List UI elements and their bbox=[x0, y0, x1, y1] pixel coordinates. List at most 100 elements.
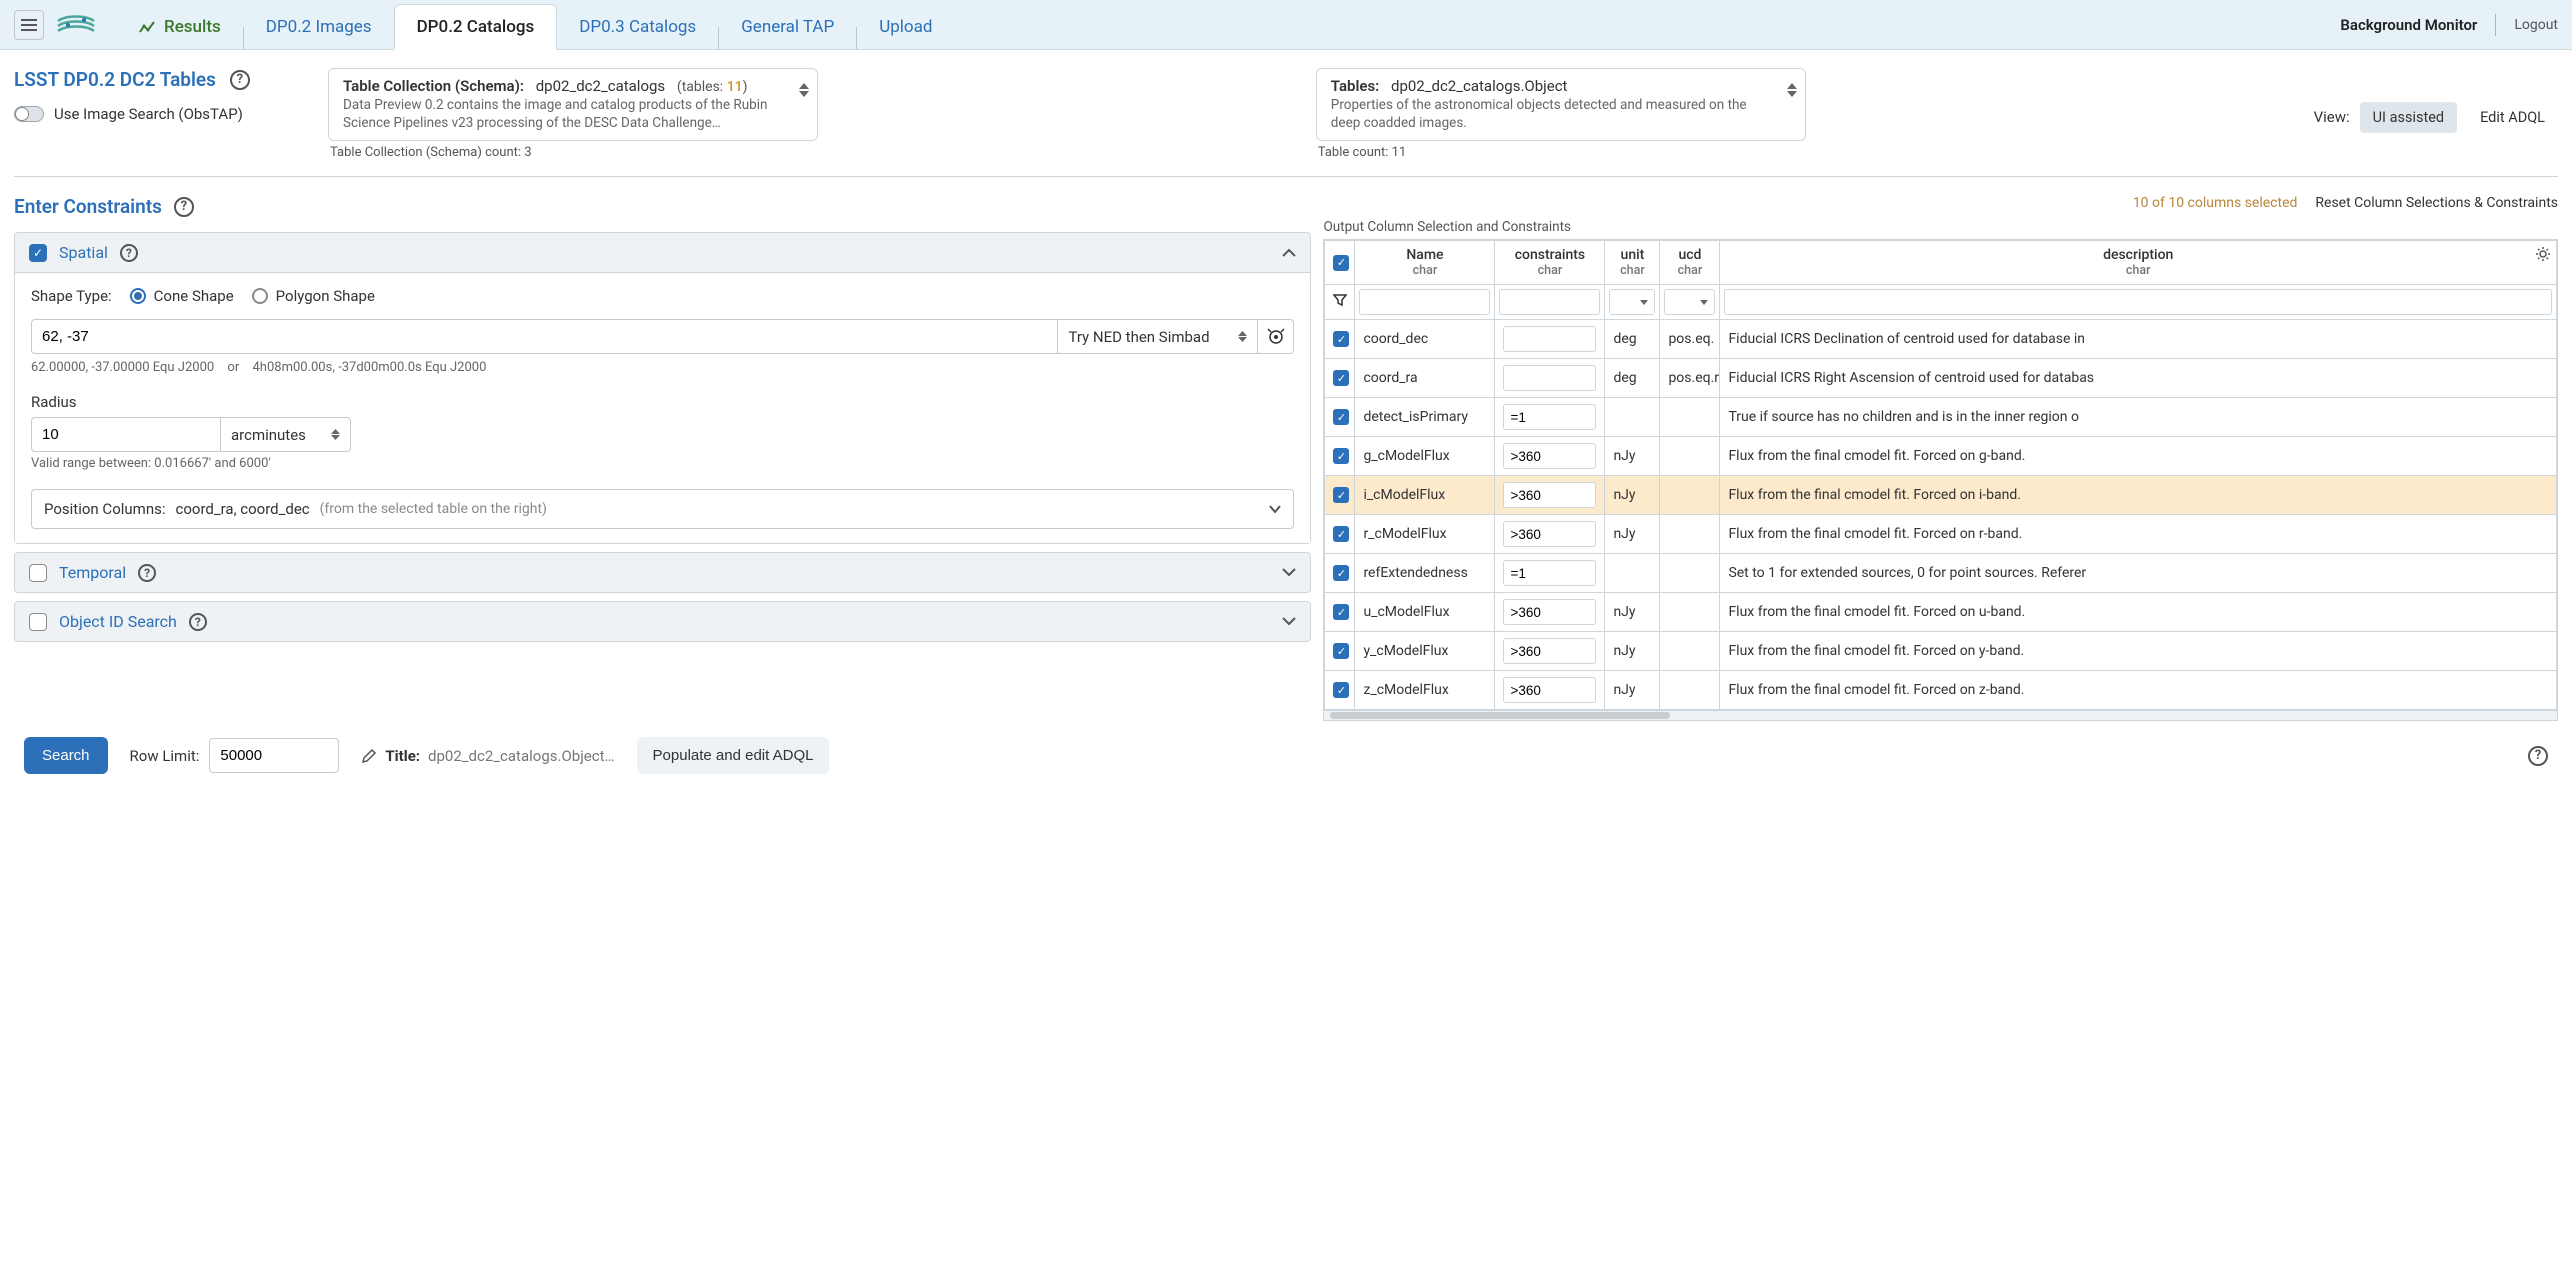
chevron-down-icon bbox=[1282, 617, 1296, 626]
cell-ucd bbox=[1660, 437, 1720, 476]
row-checkbox[interactable]: ✓ bbox=[1333, 487, 1349, 503]
help-icon[interactable]: ? bbox=[230, 70, 250, 90]
filter-description-input[interactable] bbox=[1724, 289, 2552, 315]
filter-name-input[interactable] bbox=[1359, 289, 1490, 315]
col-header-ucd[interactable]: ucd bbox=[1678, 247, 1701, 263]
tab-label: Upload bbox=[879, 17, 932, 37]
constraint-input[interactable] bbox=[1503, 638, 1596, 664]
title-edit[interactable]: Title: dp02_dc2_catalogs.Object… bbox=[361, 747, 614, 765]
tab-dp03-catalogs[interactable]: DP0.3 Catalogs bbox=[557, 5, 718, 49]
help-icon[interactable]: ? bbox=[2528, 746, 2548, 766]
constraint-input[interactable] bbox=[1503, 482, 1596, 508]
constraint-input[interactable] bbox=[1503, 365, 1596, 391]
tab-dp02-catalogs[interactable]: DP0.2 Catalogs bbox=[394, 4, 558, 50]
constraint-input[interactable] bbox=[1503, 677, 1596, 703]
row-checkbox[interactable]: ✓ bbox=[1333, 526, 1349, 542]
constraint-input[interactable] bbox=[1503, 560, 1596, 586]
catalog-title: LSST DP0.2 DC2 Tables ? bbox=[14, 68, 314, 91]
logout-link[interactable]: Logout bbox=[2514, 17, 2558, 33]
coord-note-or: or bbox=[227, 360, 239, 375]
table-row[interactable]: ✓y_cModelFluxnJyFlux from the final cmod… bbox=[1325, 632, 2557, 671]
polygon-radio[interactable] bbox=[252, 288, 268, 304]
row-checkbox[interactable]: ✓ bbox=[1333, 604, 1349, 620]
row-checkbox[interactable]: ✓ bbox=[1333, 682, 1349, 698]
row-checkbox[interactable]: ✓ bbox=[1333, 370, 1349, 386]
constraint-input[interactable] bbox=[1503, 404, 1596, 430]
help-icon[interactable]: ? bbox=[174, 197, 194, 217]
filter-unit-select[interactable] bbox=[1609, 289, 1655, 315]
stepper-icon bbox=[1238, 331, 1247, 342]
help-icon[interactable]: ? bbox=[189, 613, 207, 631]
table-row[interactable]: ✓i_cModelFluxnJyFlux from the final cmod… bbox=[1325, 476, 2557, 515]
constraint-input[interactable] bbox=[1503, 521, 1596, 547]
name-resolver-select[interactable]: Try NED then Simbad bbox=[1058, 319, 1258, 354]
obstap-toggle[interactable] bbox=[14, 106, 44, 122]
position-columns-select[interactable]: Position Columns: coord_ra, coord_dec (f… bbox=[31, 489, 1294, 529]
table-row[interactable]: ✓g_cModelFluxnJyFlux from the final cmod… bbox=[1325, 437, 2557, 476]
ui-assisted-button[interactable]: UI assisted bbox=[2360, 102, 2457, 133]
spatial-checkbox[interactable]: ✓ bbox=[29, 244, 47, 262]
constraint-input[interactable] bbox=[1503, 326, 1596, 352]
coords-input[interactable] bbox=[31, 319, 1058, 354]
col-header-description[interactable]: description bbox=[2103, 247, 2173, 263]
stepper-icon[interactable] bbox=[1787, 83, 1797, 97]
table-row[interactable]: ✓u_cModelFluxnJyFlux from the final cmod… bbox=[1325, 593, 2557, 632]
footer-bar: Search Row Limit: Title: dp02_dc2_catalo… bbox=[14, 721, 2558, 784]
tab-results[interactable]: Results bbox=[116, 5, 243, 49]
menu-button[interactable] bbox=[14, 10, 44, 40]
cell-ucd bbox=[1660, 671, 1720, 710]
spatial-header[interactable]: ✓ Spatial ? bbox=[15, 233, 1310, 272]
temporal-checkbox[interactable] bbox=[29, 564, 47, 582]
cell-name: y_cModelFlux bbox=[1355, 632, 1495, 671]
table-label: Tables: bbox=[1331, 77, 1379, 95]
gear-icon[interactable] bbox=[2535, 246, 2551, 262]
row-checkbox[interactable]: ✓ bbox=[1333, 643, 1349, 659]
populate-adql-button[interactable]: Populate and edit ADQL bbox=[637, 737, 830, 774]
filter-constraints-input[interactable] bbox=[1499, 289, 1600, 315]
scroll-thumb[interactable] bbox=[1330, 712, 1670, 719]
cone-radio[interactable] bbox=[130, 288, 146, 304]
tab-dp02-images[interactable]: DP0.2 Images bbox=[244, 5, 394, 49]
row-checkbox[interactable]: ✓ bbox=[1333, 331, 1349, 347]
select-all-checkbox[interactable]: ✓ bbox=[1333, 255, 1349, 271]
help-icon[interactable]: ? bbox=[138, 564, 156, 582]
stepper-icon[interactable] bbox=[799, 83, 809, 97]
cell-desc: Flux from the final cmodel fit. Forced o… bbox=[1720, 515, 2557, 554]
row-checkbox[interactable]: ✓ bbox=[1333, 565, 1349, 581]
filter-ucd-select[interactable] bbox=[1664, 289, 1715, 315]
col-sub: char bbox=[1613, 263, 1651, 278]
radius-unit-select[interactable]: arcminutes bbox=[221, 417, 351, 452]
table-row[interactable]: ✓r_cModelFluxnJyFlux from the final cmod… bbox=[1325, 515, 2557, 554]
reset-columns-link[interactable]: Reset Column Selections & Constraints bbox=[2315, 195, 2558, 211]
search-button[interactable]: Search bbox=[24, 737, 108, 774]
tab-upload[interactable]: Upload bbox=[857, 5, 954, 49]
filter-icon[interactable] bbox=[1333, 293, 1347, 307]
background-monitor-link[interactable]: Background Monitor bbox=[2340, 16, 2477, 34]
row-checkbox[interactable]: ✓ bbox=[1333, 448, 1349, 464]
edit-adql-button[interactable]: Edit ADQL bbox=[2467, 102, 2558, 133]
help-icon[interactable]: ? bbox=[120, 244, 138, 262]
rowlimit-input[interactable] bbox=[209, 738, 339, 773]
constraint-input[interactable] bbox=[1503, 599, 1596, 625]
table-row[interactable]: ✓coord_decdegpos.eq.Fiducial ICRS Declin… bbox=[1325, 320, 2557, 359]
schema-count-label: Table Collection (Schema) count: 3 bbox=[330, 145, 1302, 160]
row-checkbox[interactable]: ✓ bbox=[1333, 409, 1349, 425]
constraint-input[interactable] bbox=[1503, 443, 1596, 469]
table-row[interactable]: ✓refExtendednessSet to 1 for extended so… bbox=[1325, 554, 2557, 593]
target-resolve-button[interactable] bbox=[1258, 319, 1294, 354]
schema-selector[interactable]: Table Collection (Schema): dp02_dc2_cata… bbox=[328, 68, 818, 141]
horizontal-scrollbar[interactable] bbox=[1324, 710, 2557, 720]
col-header-constraints[interactable]: constraints bbox=[1515, 247, 1585, 263]
tab-general-tap[interactable]: General TAP bbox=[719, 5, 856, 49]
objectid-header[interactable]: Object ID Search ? bbox=[15, 602, 1310, 641]
temporal-header[interactable]: Temporal ? bbox=[15, 553, 1310, 592]
objectid-checkbox[interactable] bbox=[29, 613, 47, 631]
table-row[interactable]: ✓detect_isPrimaryTrue if source has no c… bbox=[1325, 398, 2557, 437]
col-header-name[interactable]: Name bbox=[1406, 247, 1443, 263]
radius-input[interactable] bbox=[31, 417, 221, 452]
table-selector[interactable]: Tables: dp02_dc2_catalogs.Object Propert… bbox=[1316, 68, 1806, 141]
table-row[interactable]: ✓coord_radegpos.eq.rFiducial ICRS Right … bbox=[1325, 359, 2557, 398]
col-header-unit[interactable]: unit bbox=[1621, 247, 1645, 263]
table-row[interactable]: ✓z_cModelFluxnJyFlux from the final cmod… bbox=[1325, 671, 2557, 710]
schema-tables-label: (tables: bbox=[677, 79, 723, 95]
